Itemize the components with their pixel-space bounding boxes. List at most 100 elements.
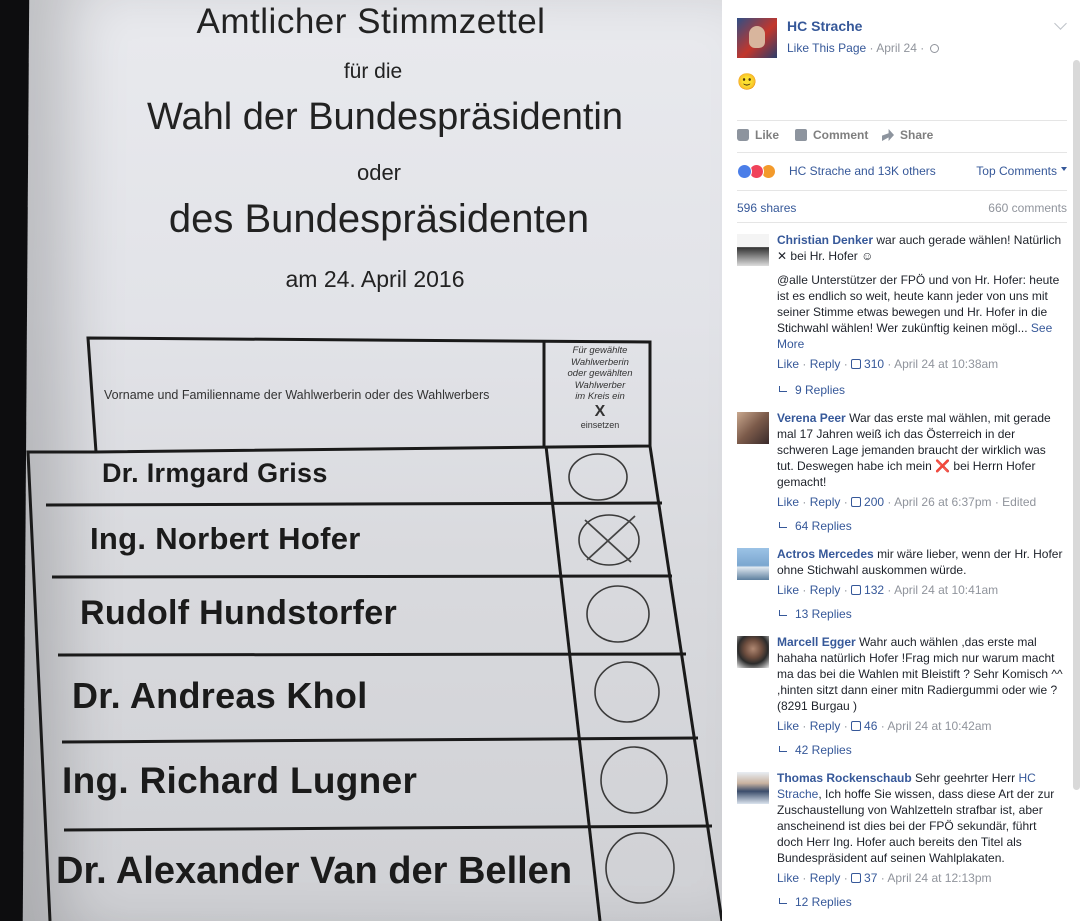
comment-time[interactable]: April 24 at 12:13pm	[887, 871, 991, 885]
comment-body: Marcell Egger Wahr auch wählen ,das erst…	[777, 634, 1063, 734]
comment-like-count[interactable]: 200	[864, 495, 884, 509]
reactions-summary-link[interactable]: HC Strache and 13K others	[789, 164, 936, 178]
divider	[737, 222, 1067, 223]
mark-header-x: X	[594, 402, 606, 420]
comment-reply-button[interactable]: Reply	[810, 357, 841, 371]
candidate-name: Dr. Alexander Van der Bellen	[56, 850, 573, 892]
comment-label: Comment	[813, 128, 869, 142]
like-button[interactable]: Like	[737, 126, 779, 144]
comment-actions: Like · Reply · 46 · April 24 at 10:42am	[777, 719, 992, 733]
shares-count-link[interactable]: 596 shares	[737, 201, 796, 215]
replies-count: 42 Replies	[795, 743, 852, 757]
comment-reply-button[interactable]: Reply	[810, 719, 841, 733]
comment-author[interactable]: Christian Denker	[777, 233, 873, 247]
comment-like-count[interactable]: 132	[864, 583, 884, 597]
cross-mark-icon: ❌	[935, 459, 951, 473]
comment-icon	[795, 129, 807, 141]
reactions-row: HC Strache and 13K others Top Comments	[737, 161, 1067, 181]
comment-author[interactable]: Verena Peer	[777, 411, 846, 425]
comment-time[interactable]: April 26 at 6:37pm	[894, 495, 991, 509]
comment-reply-button[interactable]: Reply	[810, 583, 841, 597]
vote-circle	[605, 832, 675, 904]
candidate-name: Dr. Irmgard Griss	[102, 458, 328, 488]
comment-actions: Like · Reply · 37 · April 24 at 12:13pm	[777, 871, 992, 885]
comment-body: Thomas Rockenschaub Sehr geehrter Herr H…	[777, 770, 1063, 886]
commenter-avatar[interactable]	[737, 548, 769, 580]
vote-circle	[600, 746, 668, 814]
vote-cross-mark	[584, 515, 636, 563]
comment-time[interactable]: April 24 at 10:41am	[894, 583, 998, 597]
comment-like-button[interactable]: Like	[777, 583, 799, 597]
vote-circle	[594, 661, 660, 723]
like-page-link[interactable]: Like This Page	[787, 41, 866, 55]
candidate-name: Dr. Andreas Khol	[72, 675, 368, 716]
post-header: HC Strache Like This Page · April 24 ·	[737, 15, 1067, 59]
ballot-mark-header: Für gewählte Wahlwerberin oder gewählten…	[552, 345, 648, 431]
view-replies-link[interactable]: 13 Replies	[779, 607, 852, 621]
mark-header-line: Wahlwerberin	[571, 356, 629, 368]
comment-reply-button[interactable]: Reply	[810, 871, 841, 885]
commenter-avatar[interactable]	[737, 636, 769, 668]
thumbs-up-icon	[851, 873, 862, 883]
comment-like-count[interactable]: 37	[864, 871, 877, 885]
reply-arrow-icon	[779, 898, 787, 904]
view-replies-link[interactable]: 64 Replies	[779, 519, 852, 533]
comment-time[interactable]: April 24 at 10:38am	[894, 357, 998, 371]
view-replies-link[interactable]: 12 Replies	[779, 895, 852, 909]
comment-like-count[interactable]: 310	[864, 357, 884, 371]
comment-author[interactable]: Marcell Egger	[777, 635, 856, 649]
divider	[737, 190, 1067, 191]
divider	[737, 152, 1067, 153]
facebook-post-panel: HC Strache Like This Page · April 24 · 🙂…	[722, 0, 1082, 921]
post-meta: Like This Page · April 24 ·	[787, 41, 939, 55]
ballot-row-separator	[51, 574, 673, 579]
view-replies-link[interactable]: 42 Replies	[779, 743, 852, 757]
reply-arrow-icon	[779, 610, 787, 616]
like-reaction-icon[interactable]	[737, 164, 752, 179]
share-button[interactable]: Share	[882, 126, 933, 144]
page-name-link[interactable]: HC Strache	[787, 18, 862, 34]
comment-author[interactable]: Actros Mercedes	[777, 547, 874, 561]
comment-like-count[interactable]: 46	[864, 719, 877, 733]
commenter-avatar[interactable]	[737, 772, 769, 804]
candidate-name: Ing. Norbert Hofer	[90, 521, 361, 556]
comment-edited[interactable]: Edited	[1002, 495, 1036, 509]
scrollbar[interactable]	[1073, 60, 1080, 790]
comment-reply-button[interactable]: Reply	[810, 495, 841, 509]
view-replies-link[interactable]: 9 Replies	[779, 383, 845, 397]
comment-actions: Like · Reply · 310 · April 24 at 10:38am	[777, 357, 999, 371]
comments-count[interactable]: 660 comments	[988, 201, 1067, 215]
replies-count: 64 Replies	[795, 519, 852, 533]
comment-like-button[interactable]: Like	[777, 357, 799, 371]
thumbs-up-icon	[851, 359, 862, 369]
like-label: Like	[755, 128, 780, 142]
comment-body: Actros Mercedes mir wäre lieber, wenn de…	[777, 546, 1063, 598]
ballot-row-separator	[57, 652, 687, 657]
comment-body: Christian Denker war auch gerade wählen!…	[777, 232, 1063, 372]
ballot-row-separator	[45, 501, 663, 507]
page-avatar[interactable]	[737, 18, 777, 58]
meta-separator: ·	[920, 41, 928, 55]
mark-header-line: oder gewählten	[567, 368, 633, 379]
thumbs-up-icon	[851, 585, 862, 595]
comment-button[interactable]: Comment	[795, 126, 868, 144]
reply-arrow-icon	[779, 746, 787, 752]
vote-circle	[568, 453, 628, 501]
share-label: Share	[900, 128, 934, 142]
mark-header-einsetzen: einsetzen	[580, 419, 620, 430]
top-comments-dropdown[interactable]: Top Comments	[976, 164, 1067, 178]
comment-author[interactable]: Thomas Rockenschaub	[777, 771, 912, 785]
chevron-down-icon[interactable]	[1054, 17, 1067, 30]
commenter-avatar[interactable]	[737, 234, 769, 266]
ballot-photo[interactable]: Amtlicher Stimmzettel für die Wahl der B…	[0, 0, 722, 921]
divider	[737, 120, 1067, 121]
post-date[interactable]: April 24	[876, 41, 917, 55]
share-icon	[882, 129, 894, 141]
commenter-avatar[interactable]	[737, 412, 769, 444]
comment-text: @alle Unterstützer der FPÖ und von Hr. H…	[777, 273, 1060, 335]
mark-header-line: im Kreis ein	[575, 391, 625, 402]
comment-like-button[interactable]: Like	[777, 719, 799, 733]
comment-like-button[interactable]: Like	[777, 871, 799, 885]
comment-time[interactable]: April 24 at 10:42am	[887, 719, 991, 733]
comment-like-button[interactable]: Like	[777, 495, 799, 509]
